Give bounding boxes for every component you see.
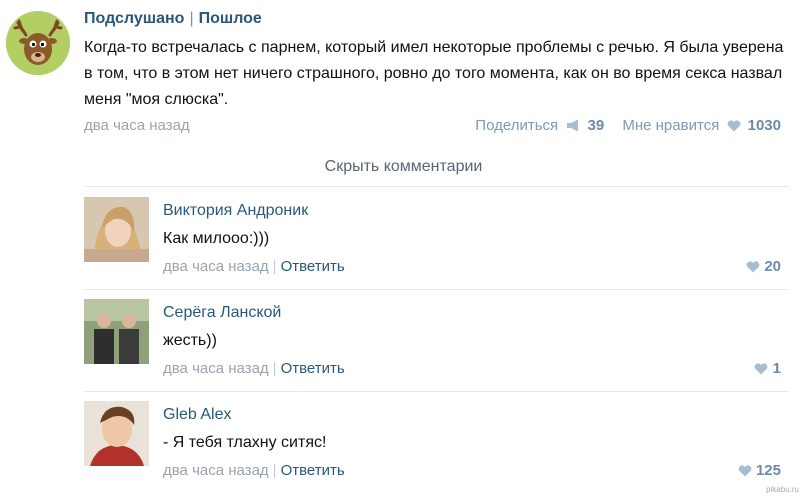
comment-text: жесть)) bbox=[163, 332, 217, 349]
comment-like-button[interactable]: 20 bbox=[742, 258, 781, 275]
comment: Виктория Андроник Как милооо:))) два час… bbox=[0, 187, 807, 289]
megaphone-icon bbox=[567, 119, 579, 132]
like-count: 1030 bbox=[747, 117, 781, 134]
heart-icon bbox=[755, 363, 768, 375]
comment-author[interactable]: Серёга Ланской bbox=[163, 304, 281, 322]
watermark: pikabu.ru bbox=[766, 485, 799, 494]
reply-button[interactable]: Ответить bbox=[281, 462, 345, 479]
group-title: Подслушано | Пошлое bbox=[84, 10, 262, 28]
comment-text: Как милооо:))) bbox=[163, 230, 270, 247]
group-name-link[interactable]: Подслушано bbox=[84, 10, 184, 27]
comment-like-count: 20 bbox=[764, 258, 781, 275]
comment-meta: два часа назад | Ответить bbox=[163, 258, 345, 275]
comment: Серёга Ланской жесть)) два часа назад | От… bbox=[0, 289, 807, 391]
heart-icon bbox=[746, 261, 760, 273]
avatar-photo-icon bbox=[84, 299, 149, 364]
share-label: Поделиться bbox=[475, 117, 559, 134]
comment-like-button[interactable]: 125 bbox=[734, 462, 781, 479]
comment-like-count: 125 bbox=[755, 462, 781, 479]
comment-text: - Я тебя тлахну ситяс! bbox=[163, 434, 327, 451]
comment-author[interactable]: Виктория Андроник bbox=[163, 202, 308, 220]
comment-meta-separator: | bbox=[272, 258, 277, 275]
avatar[interactable] bbox=[84, 299, 149, 364]
comment-meta: два часа назад | Ответить bbox=[163, 462, 345, 479]
post-actions: Поделиться 39 Мне нравится 1030 bbox=[461, 117, 781, 134]
comment-author[interactable]: Gleb Alex bbox=[163, 406, 231, 424]
like-label: Мне нравится bbox=[622, 117, 720, 134]
reply-button[interactable]: Ответить bbox=[281, 360, 345, 377]
avatar[interactable] bbox=[84, 401, 149, 466]
comment-timestamp[interactable]: два часа назад bbox=[163, 360, 269, 377]
share-button[interactable]: Поделиться 39 bbox=[475, 117, 604, 134]
post: Подслушано | Пошлое Когда-то встречалась с… bbox=[0, 0, 807, 150]
share-count: 39 bbox=[587, 117, 605, 134]
comment-meta-separator: | bbox=[272, 462, 277, 479]
comment-timestamp[interactable]: два часа назад bbox=[163, 258, 269, 275]
group-category-link[interactable]: Пошлое bbox=[199, 10, 262, 27]
comment-like-button[interactable]: 1 bbox=[750, 360, 781, 377]
comment-timestamp[interactable]: два часа назад bbox=[163, 462, 269, 479]
comment-meta: два часа назад | Ответить bbox=[163, 360, 345, 377]
avatar-photo-icon bbox=[84, 197, 149, 262]
avatar-photo-icon bbox=[84, 401, 149, 466]
heart-icon bbox=[738, 465, 752, 477]
hide-comments-button[interactable]: Скрыть комментарии bbox=[0, 158, 807, 176]
group-avatar[interactable] bbox=[6, 11, 70, 75]
post-text: Когда-то встречалась с парнем, который и… bbox=[84, 39, 784, 108]
heart-icon bbox=[728, 120, 741, 132]
like-button[interactable]: Мне нравится 1030 bbox=[622, 117, 781, 134]
avatar[interactable] bbox=[84, 197, 149, 262]
reply-button[interactable]: Ответить bbox=[281, 258, 345, 275]
group-title-separator: | bbox=[189, 10, 194, 27]
comment: Gleb Alex - Я тебя тлахну ситяс! два час… bbox=[0, 391, 807, 493]
deer-logo-icon bbox=[6, 11, 70, 75]
post-timestamp[interactable]: два часа назад bbox=[84, 117, 190, 134]
comment-like-count: 1 bbox=[772, 360, 781, 377]
comment-meta-separator: | bbox=[272, 360, 277, 377]
